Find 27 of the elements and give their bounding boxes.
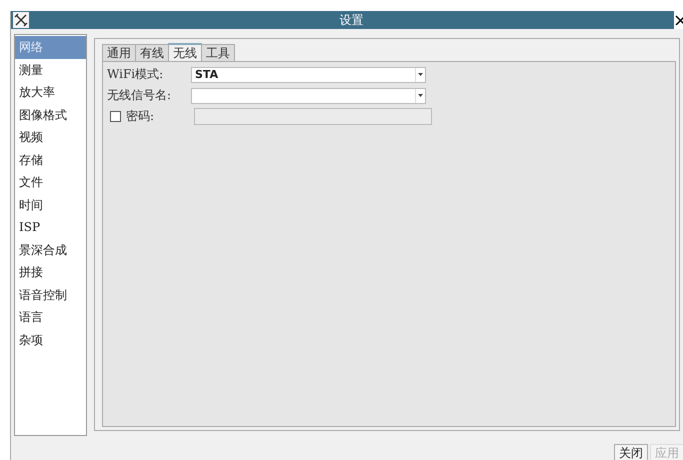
close-button[interactable]: [674, 11, 683, 29]
tab[interactable]: 无线: [168, 43, 202, 61]
sidebar-item[interactable]: 语音控制: [15, 284, 86, 306]
sidebar-item[interactable]: 语言: [15, 306, 86, 328]
field-label: WiFi模式:: [107, 66, 164, 83]
sidebar-item[interactable]: 测量: [15, 58, 86, 81]
sidebar-item[interactable]: 放大率: [15, 81, 86, 104]
dropdown-value: STA: [195, 68, 218, 81]
sidebar-item[interactable]: 拼接: [15, 261, 86, 284]
sidebar-item[interactable]: 视频: [15, 126, 86, 148]
tab[interactable]: 工具: [201, 44, 235, 61]
tab[interactable]: 有线: [135, 44, 169, 61]
caret-icon: [415, 68, 425, 82]
sidebar-item[interactable]: 文件: [15, 171, 86, 194]
caret-icon: [415, 88, 425, 102]
field-label: 密码:: [126, 108, 154, 125]
sidebar-item[interactable]: 图像格式: [15, 104, 86, 126]
window-title: 设置: [338, 12, 364, 28]
dialog-button[interactable]: 关闭: [614, 444, 648, 460]
tab[interactable]: 通用: [102, 44, 136, 61]
field-label: 无线信号名:: [107, 87, 172, 104]
sidebar-item[interactable]: 景深合成: [15, 238, 86, 261]
sidebar-item[interactable]: 存储: [15, 148, 86, 171]
sidebar-item[interactable]: ISP: [15, 216, 86, 238]
dropdown[interactable]: STA: [191, 66, 426, 82]
sidebar-item[interactable]: 时间: [15, 194, 86, 216]
sidebar-item[interactable]: 杂项: [15, 328, 86, 351]
